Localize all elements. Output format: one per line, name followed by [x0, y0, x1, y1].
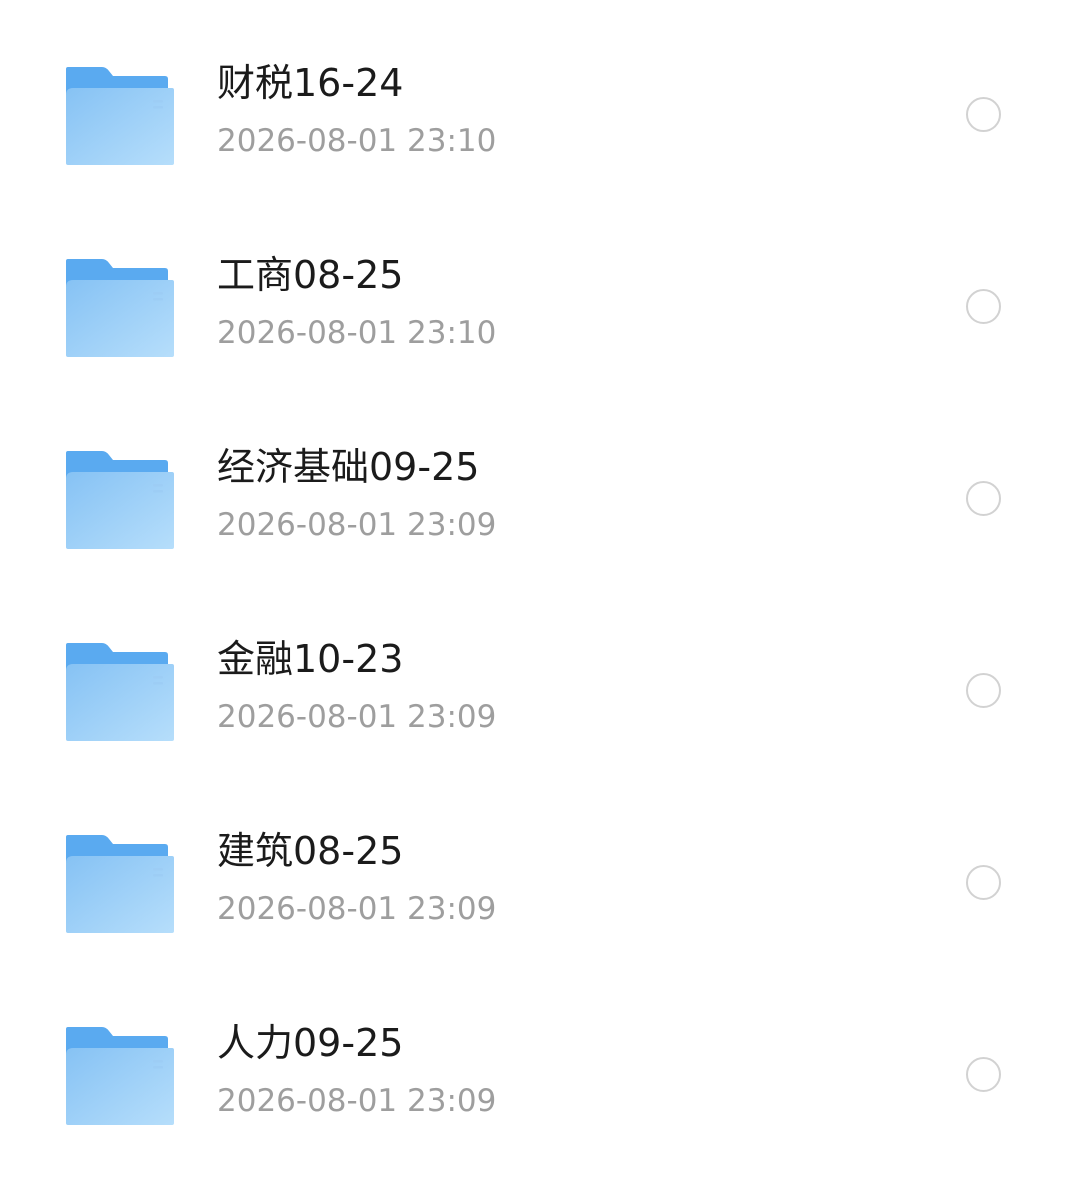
folder-icon [66, 835, 174, 933]
file-list: 财税16-24 2026-08-01 23:10 工商08-25 2026-08… [0, 0, 1080, 1180]
select-radio-circle-icon[interactable] [966, 97, 1001, 132]
folder-row[interactable]: 工商08-25 2026-08-01 23:10 [0, 192, 1080, 384]
folder-modified-time: 2026-08-01 23:09 [217, 699, 497, 735]
select-radio-circle-icon[interactable] [966, 865, 1001, 900]
folder-icon [66, 1027, 174, 1125]
folder-row[interactable]: 财税16-24 2026-08-01 23:10 [0, 0, 1080, 192]
folder-icon [66, 451, 174, 549]
folder-modified-time: 2026-08-01 23:10 [217, 315, 497, 351]
folder-row[interactable]: 金融10-23 2026-08-01 23:09 [0, 576, 1080, 768]
select-radio-circle-icon[interactable] [966, 673, 1001, 708]
folder-icon [66, 67, 174, 165]
folder-modified-time: 2026-08-01 23:09 [217, 507, 497, 543]
folder-row[interactable]: 建筑08-25 2026-08-01 23:09 [0, 768, 1080, 960]
folder-icon [66, 259, 174, 357]
folder-modified-time: 2026-08-01 23:10 [217, 123, 497, 159]
select-radio-circle-icon[interactable] [966, 1057, 1001, 1092]
folder-name: 财税16-24 [217, 61, 404, 105]
folder-modified-time: 2026-08-01 23:09 [217, 1083, 497, 1119]
folder-icon [66, 643, 174, 741]
select-radio-circle-icon[interactable] [966, 289, 1001, 324]
folder-row[interactable]: 人力09-25 2026-08-01 23:09 [0, 960, 1080, 1152]
folder-name: 金融10-23 [217, 637, 404, 681]
folder-name: 建筑08-25 [217, 829, 404, 873]
folder-name: 工商08-25 [217, 253, 404, 297]
select-radio-circle-icon[interactable] [966, 481, 1001, 516]
folder-row[interactable]: 经济基础09-25 2026-08-01 23:09 [0, 384, 1080, 576]
folder-name: 经济基础09-25 [217, 445, 480, 489]
folder-modified-time: 2026-08-01 23:09 [217, 891, 497, 927]
folder-name: 人力09-25 [217, 1021, 404, 1065]
